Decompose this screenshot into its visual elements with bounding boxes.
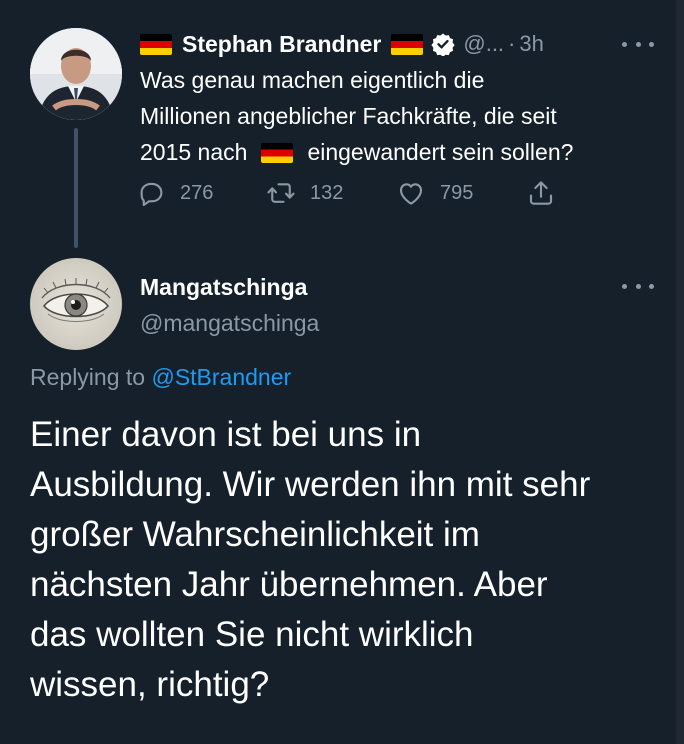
reply-author-handle[interactable]: @mangatschinga xyxy=(140,310,319,337)
thread-connector-line xyxy=(74,128,78,248)
reply-text-line: großer Wahrscheinlichkeit im xyxy=(30,515,480,554)
reply-text-line: Ausbildung. Wir werden ihn mit sehr xyxy=(30,465,591,504)
german-flag-icon xyxy=(261,143,294,163)
like-icon xyxy=(399,183,423,205)
reply-count: 276 xyxy=(180,181,214,204)
retweet-count: 132 xyxy=(310,181,344,204)
parent-tweet-actions: 276 132 795 xyxy=(136,178,556,208)
parent-text-line: Was genau machen eigentlich die xyxy=(140,67,485,93)
reply-text-line: das wollten Sie nicht wirklich xyxy=(30,615,474,654)
reply-text-line: nächsten Jahr übernehmen. Aber xyxy=(30,565,548,604)
german-flag-icon xyxy=(140,33,172,55)
parent-text-fragment: 2015 nach xyxy=(140,139,248,165)
replying-to-prefix: Replying to xyxy=(30,364,146,390)
parent-tweet-time[interactable]: 3h xyxy=(519,31,543,57)
parent-author-handle[interactable]: @... xyxy=(463,31,504,57)
reply-button[interactable]: 276 xyxy=(136,178,266,208)
more-options-icon[interactable] xyxy=(622,276,654,296)
more-options-icon[interactable] xyxy=(622,34,654,54)
reply-text-line: Einer davon ist bei uns in xyxy=(30,415,422,454)
parent-tweet-text: Was genau machen eigentlich die Millione… xyxy=(140,62,660,170)
author-avatar-mangatschinga[interactable] xyxy=(30,258,122,350)
like-count: 795 xyxy=(440,181,474,204)
parent-text-fragment: eingewandert sein sollen? xyxy=(307,139,574,165)
retweet-icon xyxy=(267,183,295,203)
replying-to-line: Replying to @StBrandner xyxy=(30,364,291,391)
reply-tweet-text: Einer davon ist bei uns in Ausbildung. W… xyxy=(30,410,660,710)
scrollbar[interactable] xyxy=(676,0,684,744)
reply-text-line: wissen, richtig? xyxy=(30,665,270,704)
parent-text-line: 2015 nach eingewandert sein sollen? xyxy=(140,134,660,170)
author-avatar-stephan-brandner[interactable] xyxy=(30,28,122,120)
retweet-button[interactable]: 132 xyxy=(266,178,396,208)
parent-author-name[interactable]: Stephan Brandner xyxy=(182,31,381,58)
parent-text-line: Millionen angeblicher Fachkräfte, die se… xyxy=(140,103,557,129)
share-icon xyxy=(529,181,553,205)
like-button[interactable]: 795 xyxy=(396,178,526,208)
reply-icon xyxy=(140,182,163,207)
separator-dot: · xyxy=(508,31,516,56)
replying-to-mention-link[interactable]: @StBrandner xyxy=(151,364,291,390)
reply-author-name[interactable]: Mangatschinga xyxy=(140,274,307,301)
parent-tweet-header: Stephan Brandner @... · 3h xyxy=(140,28,544,60)
verified-badge-icon xyxy=(431,33,455,56)
share-button[interactable] xyxy=(526,178,556,208)
german-flag-icon xyxy=(391,33,424,55)
